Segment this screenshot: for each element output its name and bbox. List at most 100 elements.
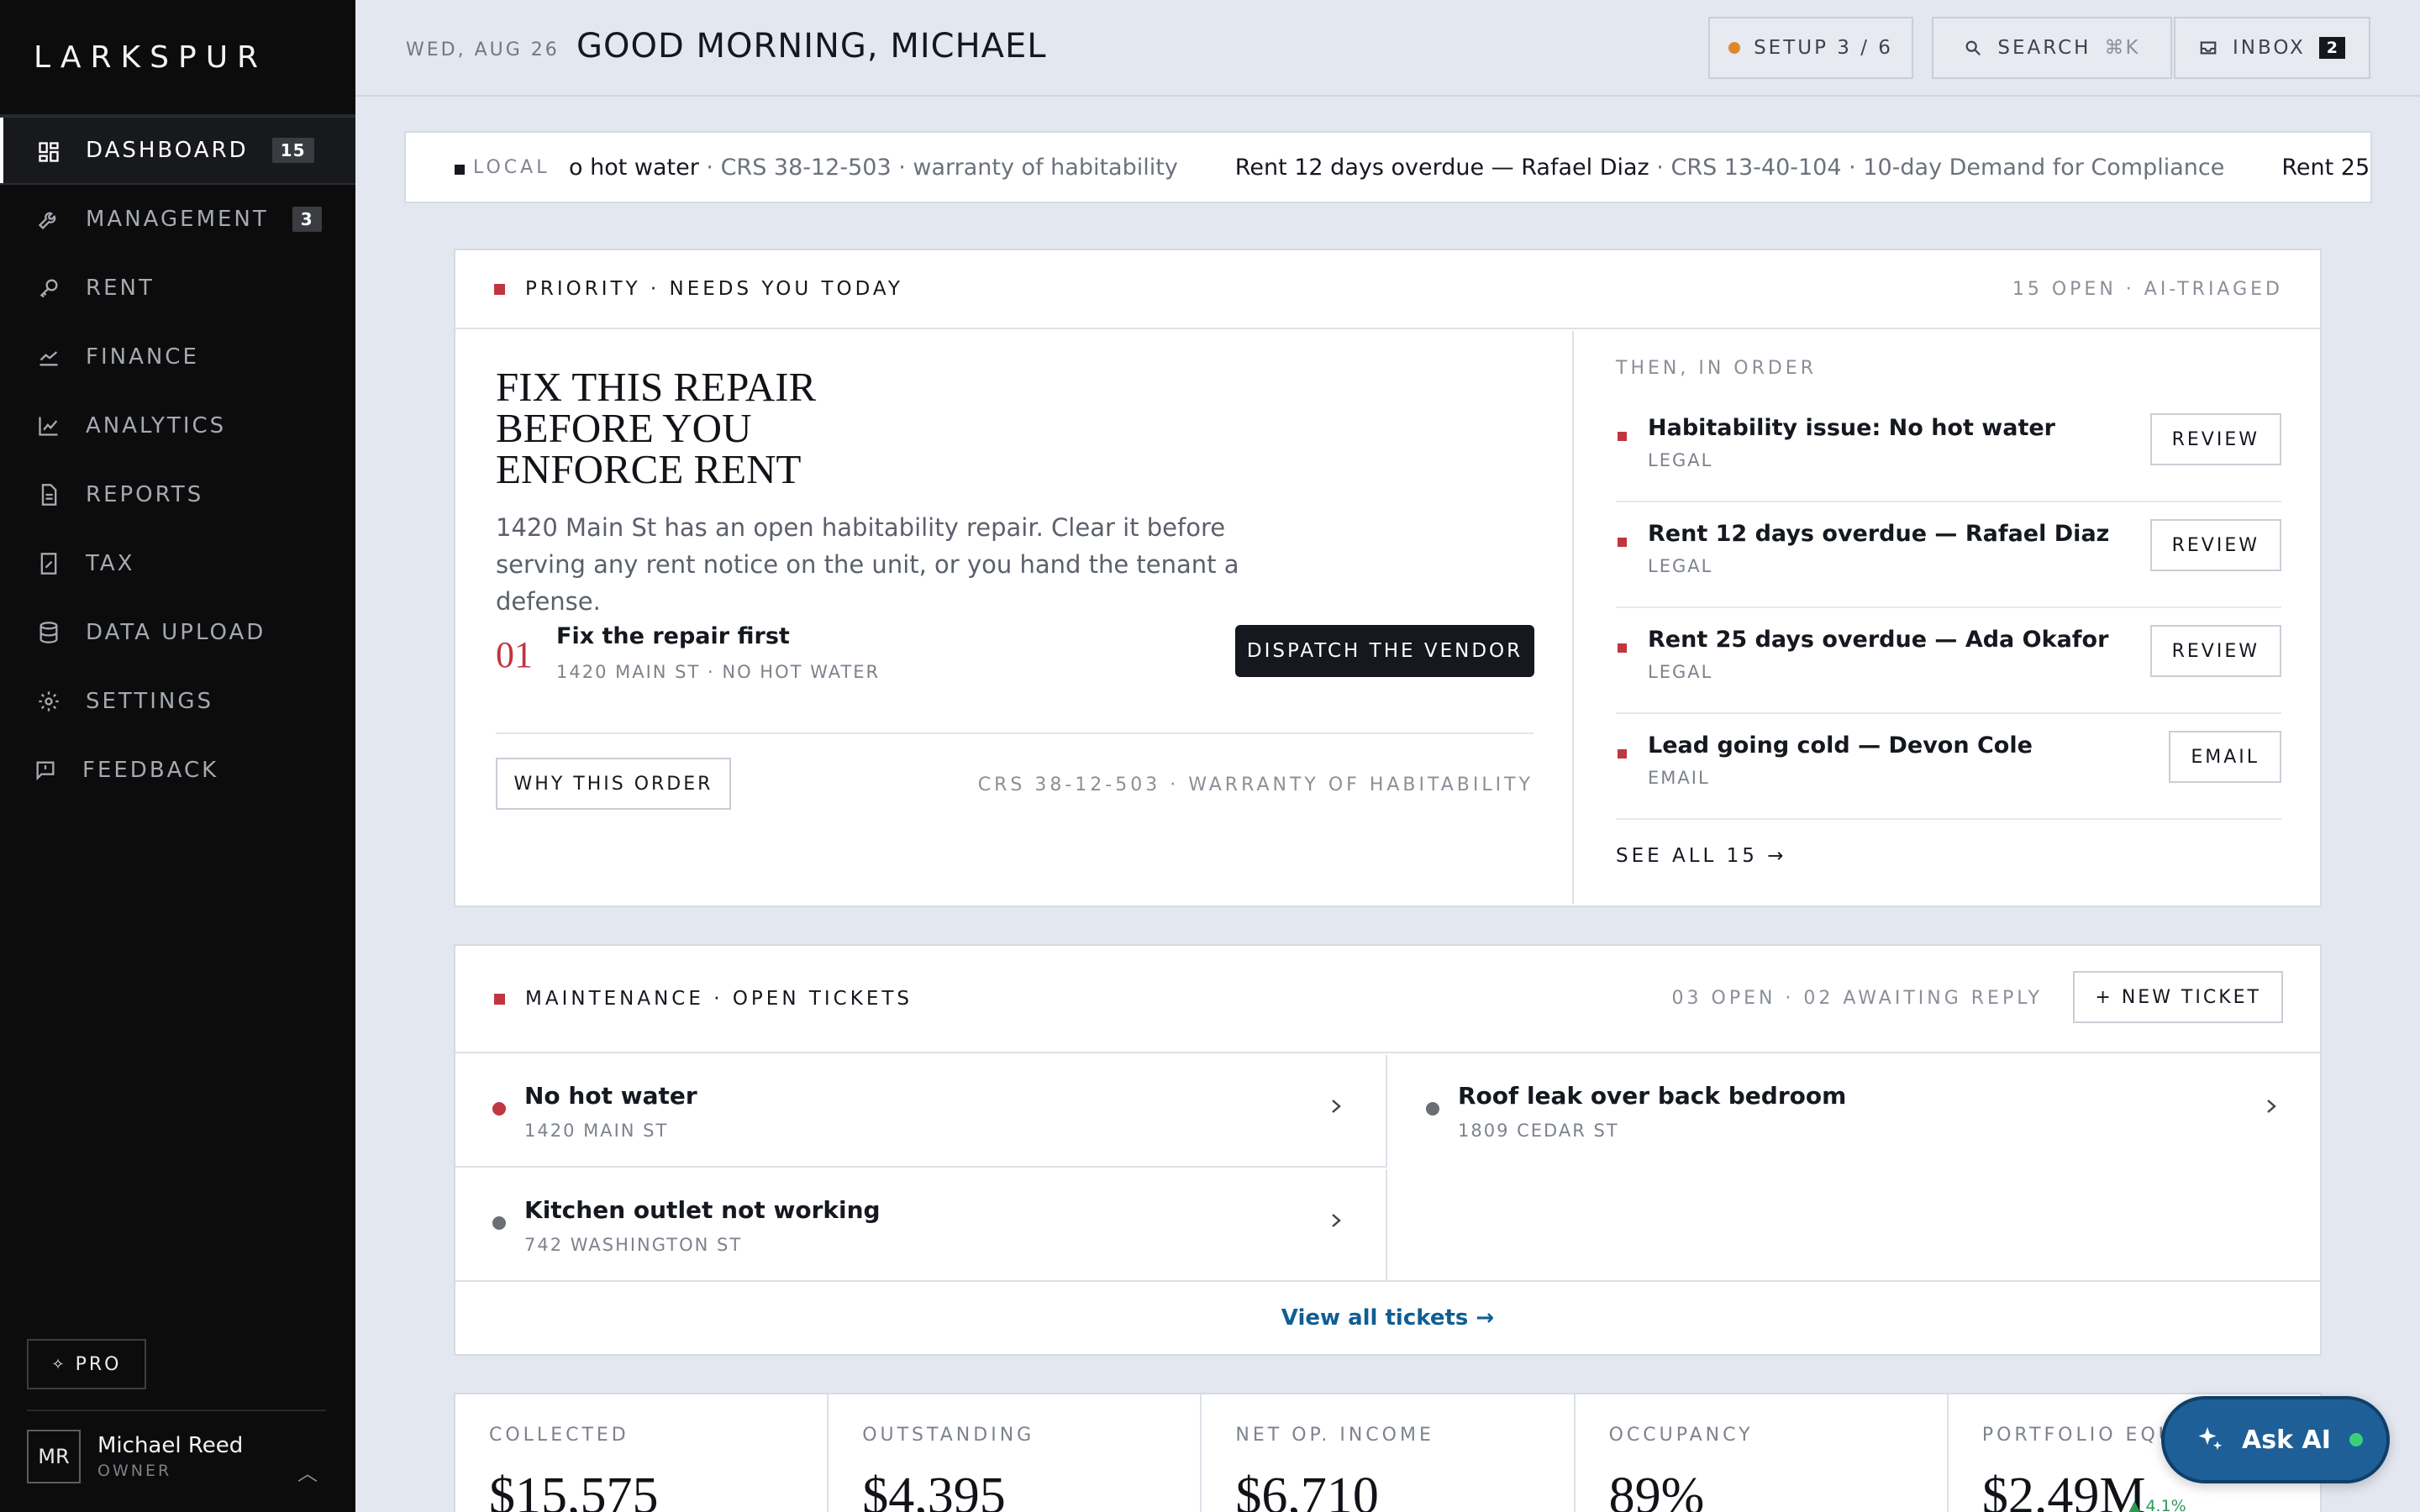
nav-label: ANALYTICS [86,413,227,438]
priority-description: 1420 Main St has an open habitability re… [496,513,1239,616]
ticker-item[interactable]: Rent 25 days [2281,155,2370,181]
nav-item-rent[interactable]: RENT [0,254,355,323]
search-shortcut: ⌘K [2104,37,2140,59]
queue-item-title: Lead going cold — Devon Cole [1648,732,2033,759]
maintenance-meta: 03 OPEN · 02 AWAITING REPLY [1671,988,2043,1009]
ask-ai-button[interactable]: Ask AI [2161,1396,2390,1483]
kpi-label: OUTSTANDING [862,1425,1035,1446]
view-all-tickets-link[interactable]: View all tickets → [455,1280,2320,1354]
queue-item: Lead going cold — Devon Cole EMAIL EMAIL [1616,714,2281,820]
nav-item-reports[interactable]: REPORTS [0,460,355,529]
ask-ai-label: Ask AI [2242,1425,2331,1455]
kpi-net-operating-income[interactable]: NET OP. INCOME $6,710 [1202,1394,1576,1512]
grid-icon [37,140,60,164]
queue-item-title: Habitability issue: No hot water [1648,415,2055,441]
priority-meta: 15 OPEN · AI-TRIAGED [2012,278,2283,300]
review-button[interactable]: REVIEW [2149,519,2281,571]
brand-logo[interactable]: LARKSPUR [34,40,267,75]
chevron-right-icon [1327,1094,1345,1119]
chevron-right-icon [2262,1094,2281,1119]
chevron-right-icon [1327,1208,1345,1233]
kpi-outstanding[interactable]: OUTSTANDING $4,395 [829,1394,1202,1512]
kpi-row: COLLECTED $15,575 OUTSTANDING $4,395 NET… [454,1393,2322,1512]
queue-label: THEN, IN ORDER [1616,358,1817,379]
priority-queue: THEN, IN ORDER Habitability issue: No ho… [1576,331,2320,904]
document-icon [37,483,60,507]
nav-item-data-upload[interactable]: DATA UPLOAD [0,598,355,667]
user-menu[interactable]: MR Michael Reed OWNER ︿ [27,1410,326,1485]
ticker-item[interactable]: o hot water · CRS 38-12-503 · warranty o… [569,155,1178,181]
user-info: Michael Reed OWNER [97,1433,243,1480]
nav-item-analytics[interactable]: ANALYTICS [0,391,355,460]
ticker-label: LOCAL [406,157,546,178]
search-icon [1965,40,1981,56]
chevron-up-icon: ︿ [297,1462,318,1485]
kpi-label: OCCUPANCY [1608,1425,1754,1446]
kpi-occupancy[interactable]: OCCUPANCY 89% [1576,1394,1949,1512]
queue-item: Habitability issue: No hot water LEGAL R… [1616,396,2281,502]
trend-icon [37,345,60,369]
ticker-item-meta: · CRS 13-40-104 · 10-day Demand for Comp… [1649,154,2225,181]
ticket-status-dot [492,1102,506,1116]
queue-marker [1618,643,1627,653]
page-title: GOOD MORNING, MICHAEL [576,27,1047,66]
ticket-card[interactable]: No hot water 1420 MAIN ST [455,1055,1387,1168]
ticket-card[interactable]: Kitchen outlet not working 742 WASHINGTO… [455,1169,1387,1282]
pro-label: PRO [75,1353,122,1375]
new-ticket-button[interactable]: + NEW TICKET [2073,971,2283,1023]
nav-label: DATA UPLOAD [86,620,266,645]
nav-badge: 3 [292,207,322,232]
nav-item-management[interactable]: MANAGEMENT 3 [0,185,355,254]
maintenance-title: MAINTENANCE · OPEN TICKETS [525,988,913,1010]
search-button[interactable]: SEARCH ⌘K [1932,17,2172,79]
nav-item-tax[interactable]: TAX [0,529,355,598]
ticker-item-meta: · CRS 38-12-503 · warranty of habitabili… [698,154,1178,181]
inbox-label: INBOX [2233,37,2306,59]
setup-status-dot [1728,42,1741,54]
inbox-button[interactable]: INBOX 2 [2174,17,2370,79]
nav-item-feedback[interactable]: FEEDBACK [0,736,355,805]
online-status-dot [2349,1433,2363,1446]
why-this-order-button[interactable]: WHY THIS ORDER [496,758,731,810]
queue-item-category: LEGAL [1648,662,1713,682]
nav-item-dashboard[interactable]: DASHBOARD 15 [0,116,355,185]
setup-button[interactable]: SETUP 3 / 6 [1708,17,1913,79]
ticker-item-main: Rent 12 days overdue — Rafael Diaz [1234,154,1649,181]
nav-badge: 15 [271,138,314,163]
ticket-card[interactable]: Roof leak over back bedroom 1809 CEDAR S… [1389,1055,2321,1168]
review-button[interactable]: REVIEW [2149,413,2281,465]
kpi-label: NET OP. INCOME [1235,1425,1434,1446]
ticker-track: o hot water · CRS 38-12-503 · warranty o… [569,155,2370,181]
search-label: SEARCH [1997,37,2091,59]
nav-label: TAX [86,551,135,576]
sparkle-icon [2198,1427,2223,1450]
ticket-address: 1420 MAIN ST [524,1121,669,1141]
ticket-address: 742 WASHINGTON ST [524,1235,743,1255]
pro-button[interactable]: ✧ PRO [27,1339,146,1389]
maintenance-card: MAINTENANCE · OPEN TICKETS 03 OPEN · 02 … [454,944,2322,1356]
bar-chart-icon [37,414,60,438]
ticket-title: Kitchen outlet not working [524,1196,881,1224]
local-law-ticker: LOCAL o hot water · CRS 38-12-503 · warr… [404,131,2372,203]
ticker-item-main: o hot water [569,154,699,181]
kpi-collected[interactable]: COLLECTED $15,575 [455,1394,829,1512]
nav-item-finance[interactable]: FINANCE [0,323,355,391]
sparkle-icon: ✧ [51,1355,67,1373]
email-button[interactable]: EMAIL [2169,731,2281,783]
nav-item-settings[interactable]: SETTINGS [0,667,355,736]
step-title: Fix the repair first [556,623,790,649]
ticker-item[interactable]: Rent 12 days overdue — Rafael Diaz · CRS… [1235,155,2225,181]
main-nav: DASHBOARD 15 MANAGEMENT 3 RENT FINANCE A… [0,114,355,805]
avatar: MR [27,1430,81,1483]
nav-label: FEEDBACK [82,758,219,783]
sidebar: LARKSPUR DASHBOARD 15 MANAGEMENT 3 RENT … [0,0,355,1512]
legal-citation: CRS 38-12-503 · WARRANTY OF HABITABILITY [977,774,1534,795]
queue-marker [1618,432,1627,441]
see-all-link[interactable]: SEE ALL 15 → [1616,845,1787,867]
wrench-icon [37,207,60,231]
kpi-delta: ▲ 4.1% [2128,1497,2186,1512]
review-button[interactable]: REVIEW [2149,625,2281,677]
queue-item-category: LEGAL [1648,556,1713,576]
dispatch-vendor-button[interactable]: DISPATCH THE VENDOR [1235,625,1534,677]
queue-item: Rent 12 days overdue — Rafael Diaz LEGAL… [1616,502,2281,608]
